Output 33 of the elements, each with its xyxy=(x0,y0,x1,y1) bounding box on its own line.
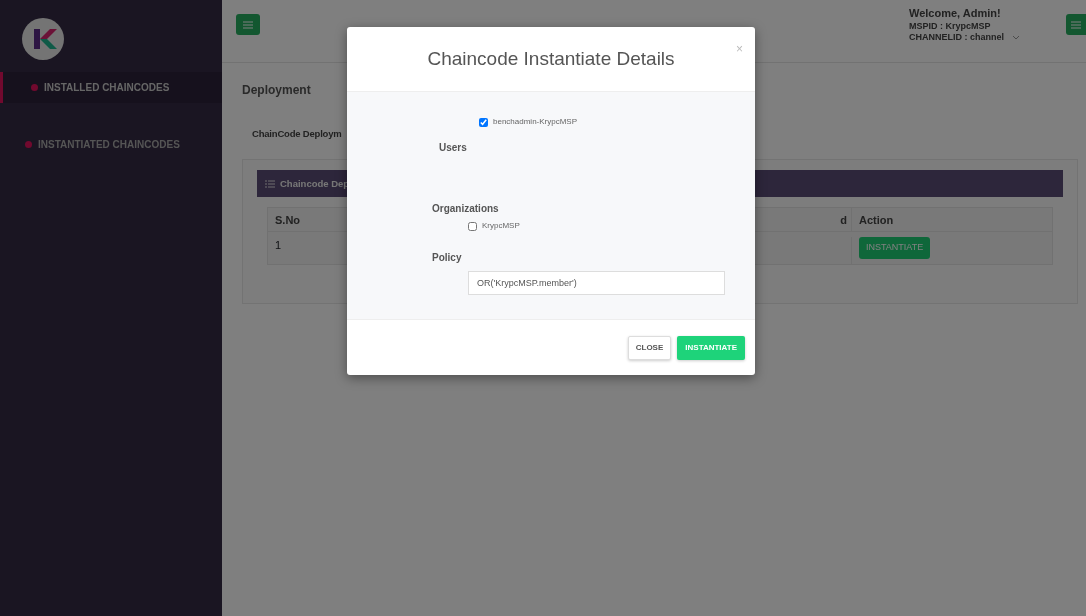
instantiate-button[interactable]: INSTANTIATE xyxy=(859,237,931,259)
menu-icon xyxy=(1071,20,1081,29)
modal-title: Chaincode Instantiate Details xyxy=(427,47,675,71)
column-header: Action xyxy=(859,212,894,228)
channel-text: CHANNELID : channel xyxy=(909,32,1004,44)
section-title: ChainCode Deploym xyxy=(252,127,343,141)
table-cell: 1 xyxy=(275,239,282,252)
menu-button[interactable] xyxy=(236,14,260,35)
welcome-text: Welcome, Admin! xyxy=(909,7,1002,21)
mspid-text: MSPID : KrypcMSP xyxy=(909,20,992,32)
field-label: Policy xyxy=(432,251,463,265)
sidebar-item[interactable]: INSTANTIATED CHAINCODES xyxy=(0,129,222,160)
chevron-down-icon[interactable] xyxy=(1012,35,1020,41)
list-icon xyxy=(265,179,275,188)
close-button[interactable]: CLOSE xyxy=(627,335,672,360)
menu-icon xyxy=(243,20,253,29)
field-label: Organizations xyxy=(432,202,500,216)
column-header: d xyxy=(840,213,847,226)
breadcrumb: Deployment xyxy=(242,82,312,99)
field-label: Users xyxy=(439,141,468,155)
column-header: S.No xyxy=(275,213,301,226)
checkbox-label: benchadmin-KrypcMSP xyxy=(493,116,578,128)
bullet-icon xyxy=(25,141,32,148)
checkbox[interactable] xyxy=(468,221,477,231)
checkbox-label: KrypcMSP xyxy=(482,220,520,232)
close-button[interactable]: × xyxy=(736,43,743,55)
policy-field[interactable]: OR('KrypcMSP.member') xyxy=(468,271,725,295)
menu-button[interactable] xyxy=(1066,14,1086,35)
checkbox[interactable] xyxy=(479,117,488,127)
instantiate-button[interactable]: INSTANTIATE xyxy=(677,335,745,360)
sidebar-item[interactable]: INSTALLED CHAINCODES xyxy=(0,72,222,103)
bullet-icon xyxy=(31,84,38,91)
logo-icon xyxy=(21,17,65,61)
